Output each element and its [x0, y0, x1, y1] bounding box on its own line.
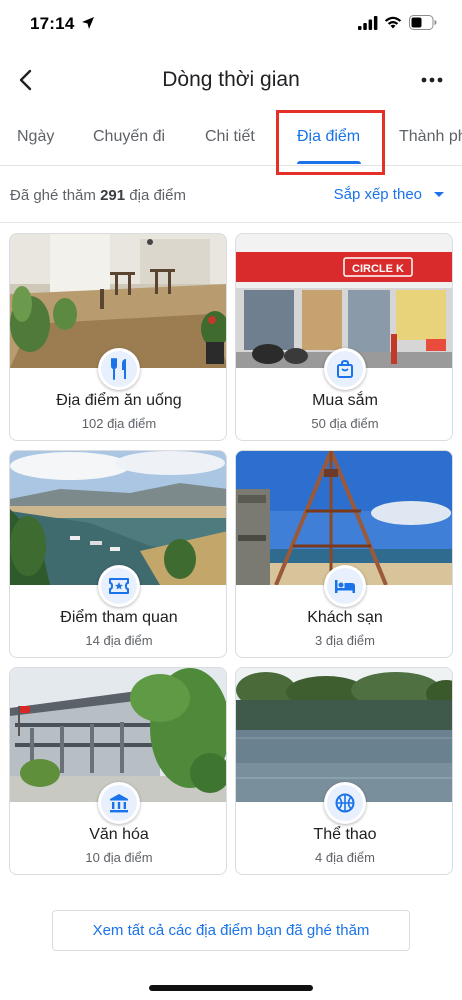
circle-k-sign-text: CIRCLE K [352, 263, 404, 275]
tab-day[interactable]: Ngày [17, 128, 54, 146]
category-card-food[interactable]: Địa điểm ăn uống 102 địa điểm [9, 233, 227, 441]
category-count: 14 địa điểm [85, 633, 153, 648]
category-icon-badge [324, 782, 366, 824]
wifi-icon [384, 16, 402, 29]
sort-button[interactable]: Sắp xếp theo [334, 186, 444, 203]
category-icon-badge [324, 348, 366, 390]
category-title: Mua sắm [312, 392, 378, 409]
app-header: Dòng thời gian [0, 56, 462, 106]
category-card-shopping[interactable]: CIRCLE K Mua sắm 50 địa điểm [235, 233, 453, 441]
ticket-icon [109, 578, 129, 594]
category-icon-badge [98, 348, 140, 390]
category-card-hotels[interactable]: Khách sạn 3 địa điểm [235, 450, 453, 658]
category-title: Địa điểm ăn uống [56, 392, 182, 409]
category-title: Khách sạn [307, 609, 383, 626]
museum-icon [110, 794, 128, 813]
see-all-places-button[interactable]: Xem tất cả các địa điểm bạn đã ghé thăm [52, 910, 410, 951]
fork-knife-icon [111, 358, 126, 380]
cellular-signal-icon [358, 16, 378, 30]
more-horizontal-icon [421, 77, 443, 83]
page-title: Dòng thời gian [162, 68, 300, 91]
visited-count-text: Đã ghé thăm 291 địa điểm [10, 187, 186, 204]
battery-icon [409, 15, 437, 30]
tab-trips[interactable]: Chuyến đi [93, 128, 165, 146]
tab-details[interactable]: Chi tiết [205, 128, 255, 146]
category-count: 4 địa điểm [315, 850, 375, 865]
status-time: 17:14 [30, 14, 75, 33]
visited-summary: Đã ghé thăm 291 địa điểm Sắp xếp theo [0, 184, 462, 214]
basketball-icon [335, 793, 355, 813]
tab-bar: Ngày Chuyến đi Chi tiết Địa điểm Thành p… [0, 112, 462, 166]
more-options-button[interactable] [416, 66, 448, 94]
tab-cities[interactable]: Thành ph [399, 128, 462, 146]
category-title: Điểm tham quan [60, 609, 178, 626]
location-arrow-icon [82, 17, 94, 29]
visited-count: 291 [100, 187, 126, 204]
home-indicator[interactable] [149, 985, 313, 991]
category-title: Văn hóa [89, 826, 149, 843]
visited-suffix: địa điểm [129, 187, 186, 204]
visited-prefix: Đã ghé thăm [10, 187, 96, 204]
category-card-sports[interactable]: Thể thao 4 địa điểm [235, 667, 453, 875]
divider [0, 222, 462, 223]
bed-icon [335, 580, 355, 593]
sort-label: Sắp xếp theo [333, 186, 422, 203]
category-count: 50 địa điểm [311, 416, 379, 431]
category-icon-badge [98, 565, 140, 607]
highlight-annotation-box [276, 110, 385, 175]
status-bar: 17:14 [0, 0, 462, 50]
category-icon-badge [98, 782, 140, 824]
category-count: 3 địa điểm [315, 633, 375, 648]
category-count: 102 địa điểm [81, 416, 157, 431]
category-card-culture[interactable]: Văn hóa 10 địa điểm [9, 667, 227, 875]
category-count: 10 địa điểm [85, 850, 153, 865]
category-title: Thể thao [313, 826, 377, 843]
category-card-attractions[interactable]: Điểm tham quan 14 địa điểm [9, 450, 227, 658]
dropdown-caret-icon [434, 192, 444, 197]
shopping-bag-icon [337, 359, 353, 378]
category-icon-badge [324, 565, 366, 607]
